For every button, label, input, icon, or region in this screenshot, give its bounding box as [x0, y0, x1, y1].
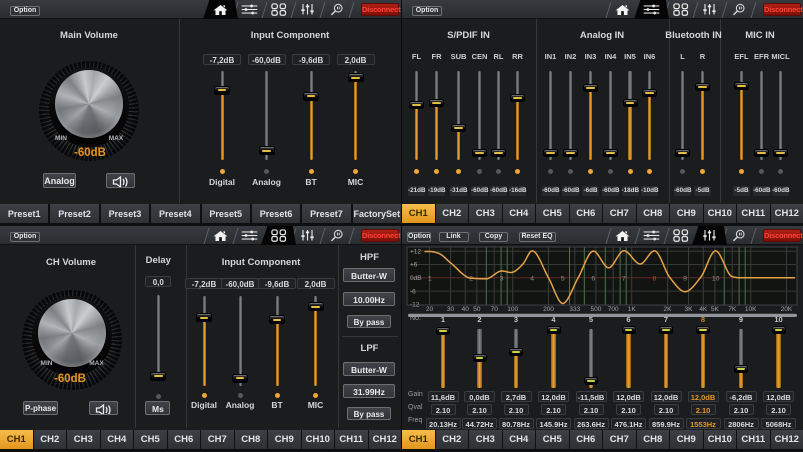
svg-text:70: 70 [491, 306, 499, 313]
svg-text:5K: 5K [711, 306, 720, 313]
svg-text:7K: 7K [728, 306, 737, 313]
svg-text:-6: -6 [410, 288, 416, 295]
svg-text:-12: -12 [410, 302, 420, 309]
svg-text:4: 4 [530, 276, 534, 283]
svg-text:100: 100 [507, 306, 518, 313]
svg-text:2K: 2K [664, 306, 673, 313]
svg-text:333: 333 [569, 306, 580, 313]
svg-text:6: 6 [591, 276, 595, 283]
svg-text:3: 3 [500, 276, 504, 283]
svg-text:2: 2 [469, 276, 473, 283]
svg-text:700: 700 [608, 306, 619, 313]
svg-text:3K: 3K [685, 306, 694, 313]
svg-text:30: 30 [447, 306, 455, 313]
svg-text:5: 5 [561, 276, 565, 283]
svg-text:1K: 1K [628, 306, 637, 313]
svg-text:10: 10 [712, 276, 720, 283]
svg-text:200: 200 [543, 306, 554, 313]
svg-text:0dB: 0dB [410, 275, 422, 282]
svg-text:500: 500 [590, 306, 601, 313]
svg-text:1: 1 [428, 276, 432, 283]
svg-text:20K: 20K [781, 306, 793, 313]
svg-text:20: 20 [426, 306, 434, 313]
svg-text:+6: +6 [410, 262, 418, 269]
svg-text:8: 8 [653, 276, 657, 283]
svg-text:+12: +12 [410, 248, 421, 255]
svg-text:40: 40 [462, 306, 470, 313]
svg-text:4K: 4K [699, 306, 708, 313]
svg-text:7: 7 [622, 276, 626, 283]
svg-text:50: 50 [473, 306, 481, 313]
svg-text:10K: 10K [745, 306, 757, 313]
svg-text:9: 9 [683, 276, 687, 283]
